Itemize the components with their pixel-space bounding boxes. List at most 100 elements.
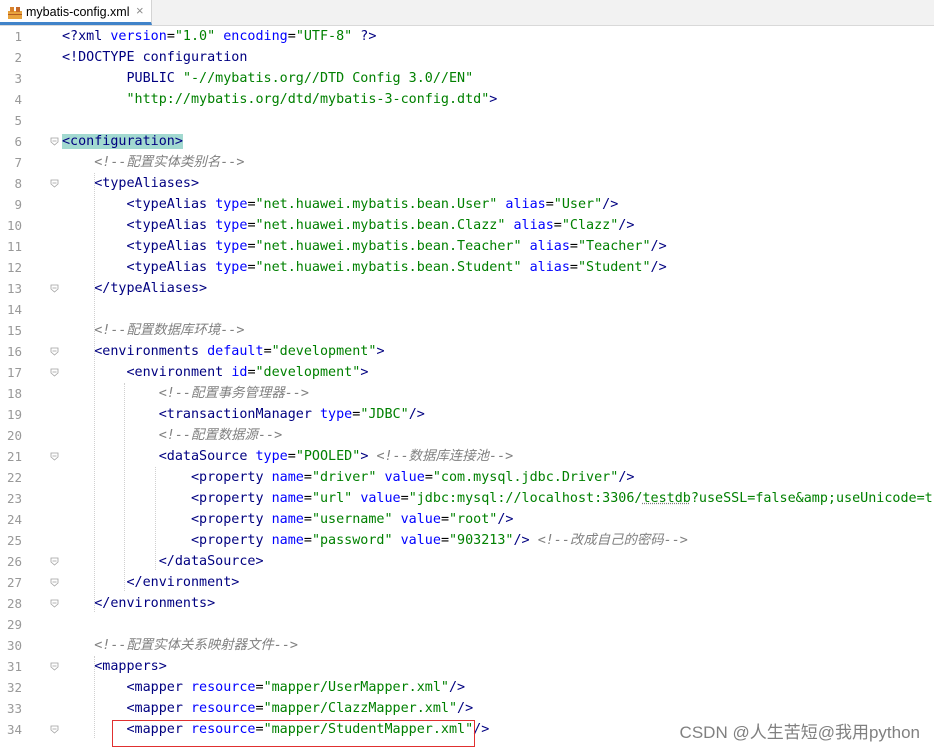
- fold-marker-icon[interactable]: [50, 599, 59, 608]
- watermark: CSDN @人生苦短@我用python: [679, 723, 920, 742]
- code-line[interactable]: <mappers>: [62, 656, 167, 677]
- code-line[interactable]: <!--配置数据源-->: [62, 425, 282, 446]
- line-number: 18: [6, 386, 22, 401]
- code-token: =: [303, 470, 312, 485]
- code-token: <dataSource: [158, 449, 256, 464]
- code-line[interactable]: <!--配置实体类别名-->: [62, 152, 244, 173]
- code-editor[interactable]: 1 2 3 4 5 6 7 8 9 10 11 12 13 14 15 16 17 18 19 20 21 22 23 24 2…: [0, 26, 934, 749]
- code-line[interactable]: <typeAlias type="net.huawei.mybatis.bean…: [62, 257, 667, 278]
- code-line[interactable]: </typeAliases>: [62, 278, 207, 299]
- code-token: <typeAlias: [126, 260, 216, 275]
- line-number-gutter: 1 2 3 4 5 6 7 8 9 10 11 12 13 14 15 16 17 18 19 20 21 22 23 24 2…: [0, 26, 59, 749]
- code-token: />: [602, 197, 619, 212]
- code-token: >: [360, 365, 369, 380]
- tab-mybatis-config[interactable]: mybatis-config.xml ×: [0, 0, 152, 25]
- code-token: <!DOCTYPE configuration: [62, 50, 248, 65]
- code-line[interactable]: <environment id="development">: [62, 362, 369, 383]
- code-token: <environments: [94, 344, 208, 359]
- code-token: testdb: [642, 491, 691, 506]
- fold-marker-icon[interactable]: [50, 284, 59, 293]
- code-token: "root": [449, 512, 498, 527]
- line-number: 26: [6, 554, 22, 569]
- code-line[interactable]: <property name="url" value="jdbc:mysql:/…: [62, 488, 934, 509]
- line-number: 21: [6, 449, 22, 464]
- code-line[interactable]: <property name="username" value="root"/>: [62, 509, 514, 530]
- line-number: 28: [6, 596, 22, 611]
- code-line[interactable]: <!--配置数据库环境-->: [62, 320, 244, 341]
- code-token: "mapper/UserMapper.xml": [263, 680, 449, 695]
- fold-marker-icon[interactable]: [50, 368, 59, 377]
- code-token: type: [215, 260, 248, 275]
- code-line[interactable]: <configuration>: [62, 131, 183, 152]
- code-token: name: [271, 512, 304, 527]
- code-token: =: [553, 218, 562, 233]
- fold-marker-icon[interactable]: [50, 578, 59, 587]
- fold-marker-icon[interactable]: [50, 452, 59, 461]
- code-token: ?>: [352, 29, 377, 44]
- highlight-annotation-box: [112, 720, 475, 747]
- code-line[interactable]: PUBLIC "-//mybatis.org//DTD Config 3.0//…: [62, 68, 474, 89]
- code-line[interactable]: <?xml version="1.0" encoding="UTF-8" ?>: [62, 26, 376, 47]
- line-number: 33: [6, 701, 22, 716]
- code-line[interactable]: <!--配置事务管理器-->: [62, 383, 309, 404]
- code-token: />: [457, 701, 474, 716]
- code-line[interactable]: <typeAliases>: [62, 173, 199, 194]
- fold-marker-icon[interactable]: [50, 137, 59, 146]
- code-token: =: [400, 491, 409, 506]
- code-line[interactable]: <environments default="development">: [62, 341, 384, 362]
- code-token: ?useSSL=false&amp;useUnicode=true&amp;: [690, 491, 934, 506]
- code-line[interactable]: <!DOCTYPE configuration: [62, 47, 247, 68]
- code-token: />: [650, 239, 667, 254]
- code-token: />: [513, 533, 530, 548]
- code-line[interactable]: <mapper resource="mapper/ClazzMapper.xml…: [62, 698, 474, 719]
- code-line[interactable]: "http://mybatis.org/dtd/mybatis-3-config…: [62, 89, 498, 110]
- close-icon[interactable]: ×: [136, 3, 144, 18]
- fold-marker-icon[interactable]: [50, 725, 59, 734]
- code-line[interactable]: </environments>: [62, 593, 215, 614]
- code-token: "development": [271, 344, 377, 359]
- code-token: =: [247, 365, 256, 380]
- line-number: 5: [14, 113, 22, 128]
- code-line[interactable]: <typeAlias type="net.huawei.mybatis.bean…: [62, 194, 619, 215]
- code-token: "UTF-8": [295, 29, 353, 44]
- fold-marker-icon[interactable]: [50, 662, 59, 671]
- code-token: <property: [191, 533, 272, 548]
- indent-guide: [155, 467, 156, 570]
- code-token: "http://mybatis.org/dtd/mybatis-3-config…: [126, 92, 490, 107]
- code-token: <typeAlias: [126, 197, 216, 212]
- code-token: "net.huawei.mybatis.bean.Student": [255, 260, 522, 275]
- line-number: 17: [6, 365, 22, 380]
- code-content[interactable]: <?xml version="1.0" encoding="UTF-8" ?> <…: [62, 26, 934, 749]
- code-line[interactable]: <dataSource type="POOLED"> <!--数据库连接池-->: [62, 446, 513, 467]
- code-line[interactable]: </environment>: [62, 572, 240, 593]
- code-line[interactable]: </dataSource>: [62, 551, 264, 572]
- code-token: <!--配置实体类别名-->: [94, 155, 245, 170]
- code-line[interactable]: <transactionManager type="JDBC"/>: [62, 404, 425, 425]
- code-token: "jdbc:mysql://localhost:3306/: [408, 491, 643, 506]
- code-line[interactable]: <mapper resource="mapper/UserMapper.xml"…: [62, 677, 466, 698]
- line-number: 15: [6, 323, 22, 338]
- fold-marker-icon[interactable]: [50, 179, 59, 188]
- code-token: />: [618, 470, 635, 485]
- code-token: =: [424, 470, 433, 485]
- fold-marker-icon[interactable]: [50, 557, 59, 566]
- code-token: encoding: [223, 29, 288, 44]
- code-line[interactable]: <!--配置实体关系映射器文件-->: [62, 635, 298, 656]
- code-token: "903213": [449, 533, 514, 548]
- code-token: value: [400, 512, 441, 527]
- code-line[interactable]: <typeAlias type="net.huawei.mybatis.bean…: [62, 215, 635, 236]
- fold-marker-icon[interactable]: [50, 347, 59, 356]
- code-line[interactable]: <property name="driver" value="com.mysql…: [62, 467, 634, 488]
- indent-guide: [124, 383, 125, 591]
- code-token: </dataSource>: [158, 554, 264, 569]
- line-number: 8: [14, 176, 22, 191]
- line-number: 1: [14, 29, 22, 44]
- code-line[interactable]: <typeAlias type="net.huawei.mybatis.bean…: [62, 236, 667, 257]
